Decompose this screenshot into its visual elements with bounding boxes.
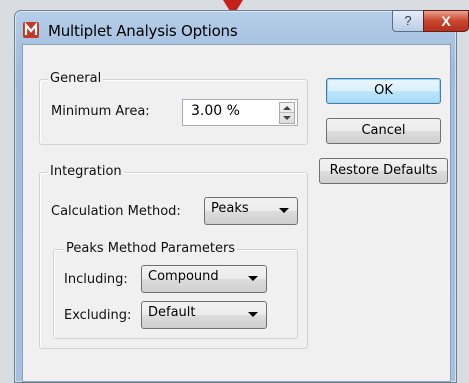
min-area-stepper[interactable] bbox=[279, 102, 295, 124]
integration-group: Integration Calculation Method: Peaks Pe… bbox=[39, 164, 308, 349]
calc-method-dropdown[interactable]: Peaks bbox=[204, 197, 298, 225]
min-area-spinbox[interactable]: 3.00 % bbox=[182, 99, 298, 126]
general-group: General Minimum Area: 3.00 % bbox=[39, 71, 308, 145]
excluding-dropdown[interactable]: Default bbox=[141, 301, 267, 329]
spin-down-icon[interactable] bbox=[283, 116, 291, 120]
min-area-label: Minimum Area: bbox=[51, 104, 150, 119]
window-title: Multiplet Analysis Options bbox=[48, 22, 238, 40]
peaks-method-group-title: Peaks Method Parameters bbox=[64, 241, 238, 256]
calc-method-value: Peaks bbox=[211, 201, 249, 216]
excluding-label: Excluding: bbox=[64, 308, 132, 323]
restore-defaults-button[interactable]: Restore Defaults bbox=[319, 158, 448, 184]
including-dropdown[interactable]: Compound bbox=[141, 265, 267, 293]
dialog-body: General Minimum Area: 3.00 % Integration… bbox=[22, 44, 451, 382]
min-area-value: 3.00 % bbox=[191, 103, 240, 119]
chevron-down-icon bbox=[248, 312, 258, 317]
cancel-button[interactable]: Cancel bbox=[326, 118, 441, 144]
chevron-down-icon bbox=[279, 208, 289, 213]
close-button[interactable]: X bbox=[423, 10, 469, 32]
app-logo-icon bbox=[23, 22, 39, 38]
help-button[interactable]: ? bbox=[392, 10, 424, 32]
spin-up-icon[interactable] bbox=[283, 106, 291, 110]
multiplet-options-dialog: Multiplet Analysis Options ? X General M… bbox=[14, 10, 469, 383]
including-label: Including: bbox=[64, 272, 128, 287]
chevron-down-icon bbox=[248, 276, 258, 281]
spin-divider bbox=[280, 112, 294, 113]
excluding-value: Default bbox=[148, 305, 196, 320]
title-bar[interactable]: Multiplet Analysis Options ? X bbox=[15, 10, 469, 43]
ok-button[interactable]: OK bbox=[326, 78, 441, 104]
including-value: Compound bbox=[148, 269, 219, 284]
general-group-title: General bbox=[48, 71, 104, 86]
integration-group-title: Integration bbox=[48, 164, 124, 179]
calc-method-label: Calculation Method: bbox=[51, 204, 181, 219]
peaks-method-group: Peaks Method Parameters Including: Compo… bbox=[53, 241, 298, 339]
